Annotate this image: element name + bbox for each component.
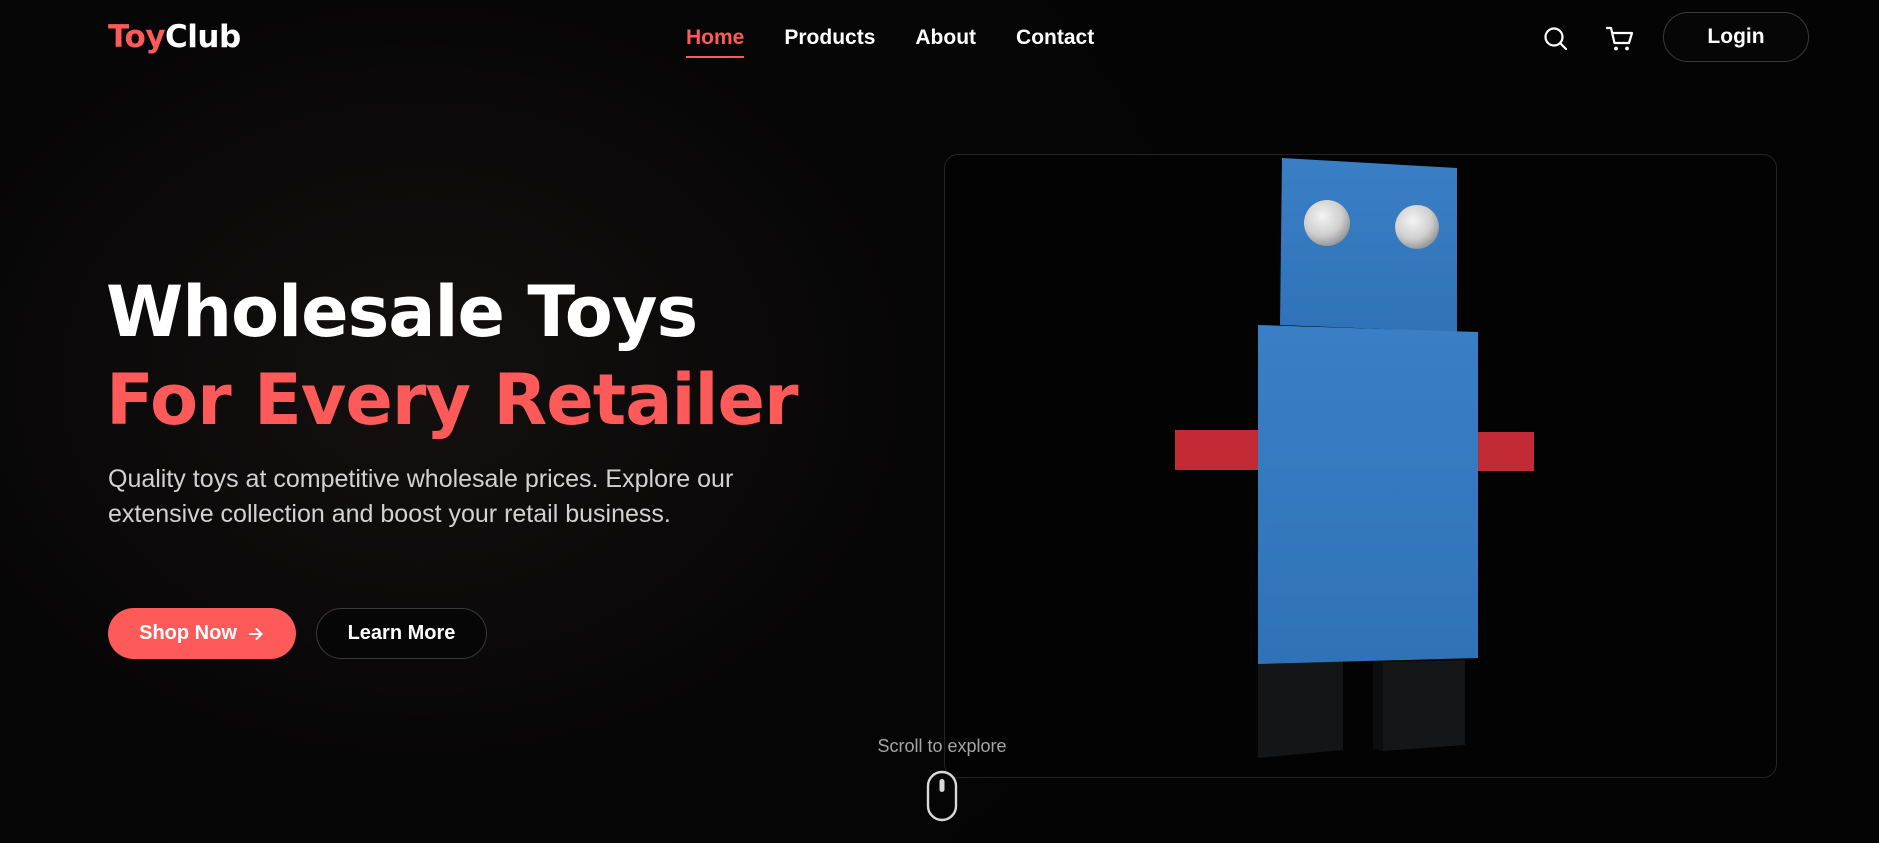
shop-now-button[interactable]: Shop Now [108, 608, 296, 659]
shop-now-label: Shop Now [139, 622, 237, 644]
logo-part-toy: Toy [108, 19, 166, 55]
logo[interactable]: ToyClub [108, 18, 241, 56]
robot-right-leg-side [1373, 660, 1383, 751]
robot-right-leg [1383, 660, 1465, 751]
robot-right-eye [1395, 205, 1439, 249]
logo-part-club: Club [165, 19, 241, 55]
site-header: ToyClub Home Products About Contact Logi… [0, 0, 1879, 76]
hero-description: Quality toys at competitive wholesale pr… [108, 465, 734, 528]
robot-right-arm [1476, 432, 1534, 471]
robot-body [1258, 325, 1478, 664]
robot-toy-model [1175, 158, 1534, 758]
toy-3d-viewer[interactable] [944, 154, 1777, 778]
mouse-icon[interactable] [926, 770, 958, 822]
cart-icon [1605, 26, 1634, 51]
search-button[interactable] [1540, 23, 1572, 55]
search-icon [1544, 27, 1568, 51]
hero-title-line2: For Every Retailer [106, 359, 798, 441]
nav-item-home[interactable]: Home [686, 24, 745, 58]
hero-title-line1: Wholesale Toys [106, 271, 698, 353]
arrow-right-icon [248, 627, 263, 640]
robot-left-leg [1258, 659, 1343, 758]
main-nav: Home Products About Contact [686, 24, 1094, 58]
nav-item-contact[interactable]: Contact [1016, 24, 1094, 58]
robot-left-arm [1175, 430, 1261, 470]
robot-head [1280, 158, 1457, 332]
nav-item-products[interactable]: Products [784, 24, 875, 58]
cart-button[interactable] [1604, 23, 1636, 55]
nav-item-about[interactable]: About [915, 24, 976, 58]
scroll-hint-label: Scroll to explore [877, 736, 1007, 756]
learn-more-button[interactable]: Learn More [316, 608, 487, 659]
hero-cta-group: Shop Now Learn More [108, 608, 487, 659]
robot-left-eye [1304, 200, 1350, 246]
login-button[interactable]: Login [1663, 12, 1809, 62]
hero-title: Wholesale Toys For Every Retailer [106, 268, 798, 444]
